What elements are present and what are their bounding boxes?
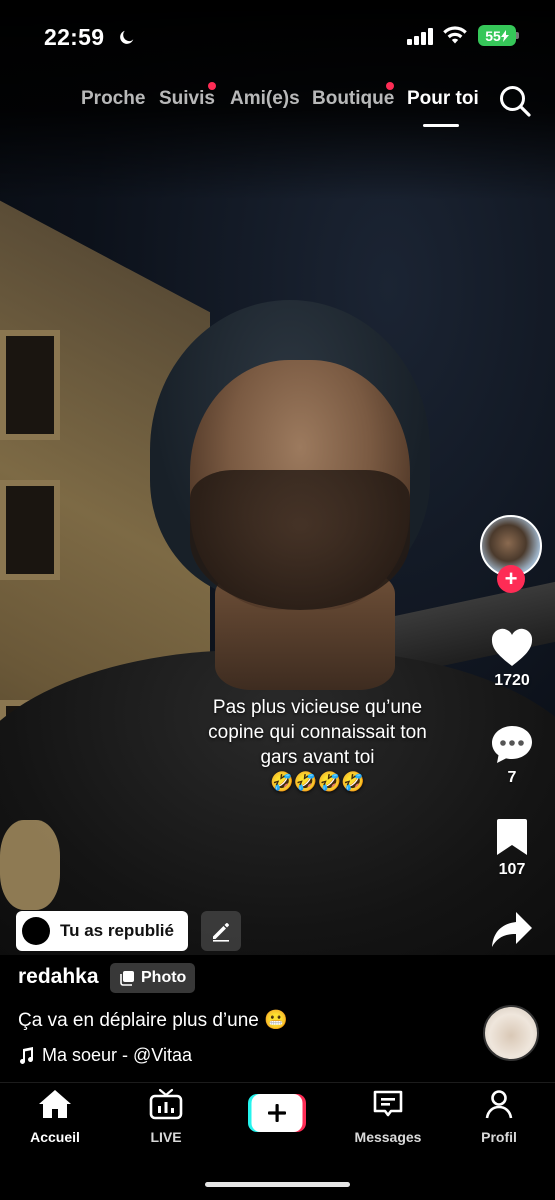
- repost-avatar: [22, 917, 50, 945]
- overlay-line: copine qui connaissait ton: [208, 722, 427, 743]
- nav-profile[interactable]: Profil: [454, 1088, 544, 1145]
- moon-icon: [120, 30, 134, 44]
- heart-icon[interactable]: [490, 628, 534, 668]
- bookmark-icon[interactable]: [494, 817, 530, 857]
- status-bar: 22:59 55: [0, 18, 555, 58]
- comment-action[interactable]: 7: [478, 723, 546, 787]
- photo-icon: [120, 971, 134, 986]
- nav-home-label: Accueil: [30, 1129, 80, 1145]
- nav-divider: [0, 1082, 555, 1083]
- music-disc-thumbnail[interactable]: [483, 1005, 539, 1061]
- nav-messages-label: Messages: [354, 1129, 422, 1145]
- messages-icon: [373, 1090, 403, 1117]
- overlay-line: 🤣🤣🤣🤣: [270, 772, 365, 793]
- building-window: [0, 480, 60, 580]
- like-action[interactable]: 1720: [478, 628, 546, 690]
- nav-home[interactable]: Accueil: [10, 1088, 100, 1145]
- status-time: 22:59: [44, 24, 105, 50]
- overlay-line: gars avant toi: [260, 747, 375, 768]
- photo-type-badge: Photo: [110, 963, 196, 993]
- save-count: 107: [498, 861, 526, 878]
- edit-icon: [213, 923, 229, 942]
- tab-boutique-notification-dot: [386, 82, 394, 90]
- charging-icon: [500, 29, 509, 42]
- edit-repost-button[interactable]: [201, 911, 241, 951]
- nav-profile-label: Profil: [481, 1129, 517, 1145]
- building-window: [0, 330, 60, 440]
- wifi-icon: [443, 26, 467, 44]
- active-tab-indicator: [423, 124, 459, 127]
- battery-tip: [516, 32, 519, 39]
- home-icon: [39, 1090, 71, 1118]
- battery-level: 55: [485, 27, 501, 44]
- tab-boutique[interactable]: Boutique: [312, 88, 394, 110]
- shirt-print: [0, 820, 60, 910]
- repost-label: Tu as republié: [60, 921, 174, 940]
- home-indicator: [205, 1182, 350, 1187]
- tab-pour-toi[interactable]: Pour toi: [407, 88, 479, 110]
- nav-live-label: LIVE: [150, 1129, 182, 1145]
- music-info[interactable]: Ma soeur - @Vitaa: [18, 1045, 192, 1066]
- creator-username[interactable]: redahka: [18, 965, 99, 989]
- signal-icon: [407, 27, 433, 45]
- tab-proche[interactable]: Proche: [81, 88, 145, 110]
- music-title: Ma soeur - @Vitaa: [42, 1045, 193, 1065]
- share-icon[interactable]: [490, 910, 534, 950]
- tab-amis[interactable]: Ami(e)s: [230, 88, 300, 110]
- post-photo[interactable]: [0, 0, 555, 955]
- reposted-badge[interactable]: Tu as republié: [16, 911, 188, 951]
- post-caption[interactable]: Ça va en déplaire plus d’une 😬: [18, 1008, 288, 1032]
- profile-icon: [485, 1090, 513, 1119]
- save-action[interactable]: 107: [478, 817, 546, 879]
- top-tabs: Proche Suivis Ami(e)s Boutique Pour toi: [0, 82, 555, 134]
- comment-icon[interactable]: [490, 723, 534, 765]
- follow-plus-button[interactable]: +: [497, 565, 525, 593]
- battery-indicator: 55: [478, 25, 516, 46]
- nav-messages[interactable]: Messages: [343, 1088, 433, 1145]
- create-plus-icon[interactable]: [248, 1094, 306, 1132]
- bottom-nav: Accueil LIVE Messages Profil: [0, 1088, 555, 1148]
- nav-live[interactable]: LIVE: [121, 1088, 211, 1145]
- person-beard: [190, 470, 410, 610]
- comment-count: 7: [507, 769, 517, 786]
- tab-suivis-notification-dot: [208, 82, 216, 90]
- live-tv-icon: [149, 1088, 183, 1120]
- overlay-line: Pas plus vicieuse qu’une: [212, 697, 423, 718]
- search-icon[interactable]: [498, 84, 532, 118]
- tab-suivis[interactable]: Suivis: [159, 88, 215, 110]
- photo-overlay-text: Pas plus vicieuse qu’une copine qui conn…: [180, 695, 455, 795]
- bottom-panel: [0, 955, 555, 1200]
- like-count: 1720: [494, 672, 530, 689]
- photo-badge-label: Photo: [141, 969, 187, 986]
- music-note-icon: [20, 1046, 33, 1064]
